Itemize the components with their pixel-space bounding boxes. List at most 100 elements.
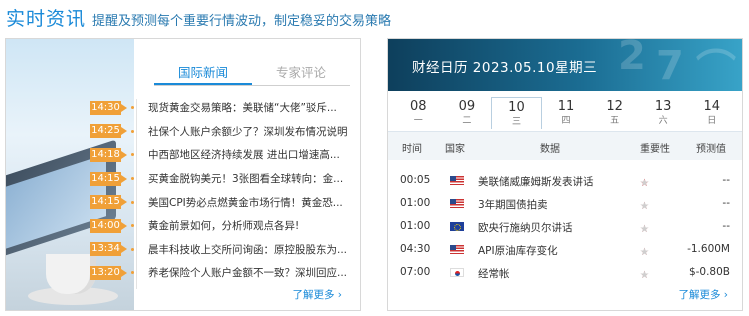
news-headline[interactable]: 中西部地区经济持续发展 进出口增速高...	[148, 147, 351, 162]
day-tab[interactable]: 12 五	[590, 99, 639, 129]
day-number: 12	[606, 99, 623, 114]
news-headline[interactable]: 美国CPI势必点燃黄金市场行情！黄金恐...	[148, 195, 351, 210]
news-item[interactable]: 14:15 买黄金脱钩美元！3张图看全球转向：金...	[90, 167, 360, 191]
timeline-dot	[131, 200, 134, 204]
news-item[interactable]: 14:18 中西部地区经济持续发展 进出口增速高...	[90, 143, 360, 167]
news-item[interactable]: 13:20 养老保险个人账户金额不一致？深圳回应...	[90, 261, 360, 285]
news-headline[interactable]: 养老保险个人账户金额不一致？深圳回应...	[148, 265, 351, 280]
event-time: 07:00	[400, 266, 431, 278]
event-forecast: -1.600M	[687, 243, 730, 255]
timeline-dot	[131, 129, 134, 133]
star-icon: ★	[640, 201, 649, 212]
day-number: 13	[654, 99, 672, 114]
calendar-row[interactable]: 00:05 美联储威廉姆斯发表讲话 ★ ★ ★ --	[388, 169, 742, 192]
calendar-row[interactable]: 07:00 经常帐 ★ ★ ★ $-0.80B	[388, 261, 742, 284]
timeline-dot	[131, 153, 134, 157]
banner-decoration: 2	[618, 39, 646, 79]
event-time: 01:00	[400, 197, 431, 209]
calendar-row[interactable]: 01:00 3年期国债拍卖 ★ ★ ★ --	[388, 192, 742, 215]
section-subtitle: 提醒及预测每个重要行情波动，制定稳妥的交易策略	[92, 14, 392, 29]
event-time: 00:05	[400, 174, 431, 186]
day-number: 08	[410, 99, 427, 114]
col-country: 国家	[445, 144, 465, 155]
day-selector: 08 一 09 二 10 三 11 四 12 五 13 六 14 日	[388, 97, 742, 129]
col-importance: 重要性	[640, 144, 670, 155]
event-name: 经常帐	[478, 268, 510, 280]
day-tab[interactable]: 10 三	[491, 97, 542, 129]
news-time-tag: 13:34	[90, 242, 127, 257]
news-item[interactable]: 14:00 黄金前景如何，分析师观点各异!	[90, 214, 360, 238]
news-item[interactable]: 13:34 晨丰科技收上交所问询函：原控股股东为...	[90, 238, 360, 262]
news-more-link[interactable]: 了解更多 ›	[292, 287, 342, 302]
calendar-more-link[interactable]: 了解更多 ›	[678, 287, 728, 302]
col-data: 数据	[540, 144, 560, 155]
section-header: 实时资讯 提醒及预测每个重要行情波动，制定稳妥的交易策略	[6, 4, 391, 30]
news-time-tag: 14:25	[90, 124, 127, 139]
news-time-tag: 13:20	[90, 265, 127, 280]
us-flag-icon	[450, 176, 464, 185]
news-headline[interactable]: 黄金前景如何，分析师观点各异!	[148, 218, 351, 233]
event-time: 01:00	[400, 220, 431, 232]
tab-international-news[interactable]: 国际新闻	[154, 63, 252, 85]
star-icon: ★	[640, 224, 649, 235]
calendar-row[interactable]: 04:30 API原油库存变化 ★ ★ ★ -1.600M	[388, 238, 742, 261]
us-flag-icon	[450, 199, 464, 208]
cup-graphic	[46, 254, 96, 294]
day-weekday: 三	[511, 117, 521, 127]
day-weekday: 一	[413, 116, 423, 126]
timeline-dot	[131, 271, 134, 275]
event-forecast: --	[722, 220, 730, 232]
news-item[interactable]: 14:30 现货黄金交易策略：美联储“大佬”驳斥...	[90, 96, 360, 120]
event-forecast: --	[722, 197, 730, 209]
news-time-tag: 14:30	[90, 100, 127, 115]
timeline-dot	[131, 247, 134, 251]
news-time-tag: 14:18	[90, 147, 127, 162]
col-time: 时间	[402, 144, 422, 155]
news-panel: 国际新闻 专家评论 14:30 现货黄金交易策略：美联储“大佬”驳斥... 14:2…	[5, 38, 361, 311]
day-weekday: 六	[658, 116, 668, 126]
event-forecast: $-0.80B	[688, 266, 730, 278]
calendar-banner: 2 7 ⌒ 财经日历 2023.05.10星期三	[388, 39, 742, 91]
news-item[interactable]: 14:25 社保个人账户余额少了？深圳发布情况说明	[90, 120, 360, 144]
news-list: 14:30 现货黄金交易策略：美联储“大佬”驳斥... 14:25 社保个人账户余额少…	[90, 96, 360, 285]
us-flag-icon	[450, 245, 464, 254]
day-tab[interactable]: 11 四	[542, 99, 591, 129]
day-weekday: 二	[462, 116, 472, 126]
day-weekday: 四	[561, 116, 571, 126]
day-number: 10	[508, 100, 525, 115]
star-icon: ★	[640, 270, 649, 281]
day-number: 11	[557, 99, 575, 114]
col-forecast: 预测值	[696, 144, 726, 155]
day-number: 14	[703, 99, 721, 114]
news-time-tag: 14:15	[90, 171, 127, 186]
event-forecast: --	[722, 174, 730, 186]
news-time-tag: 14:15	[90, 195, 127, 210]
news-headline[interactable]: 晨丰科技收上交所问询函：原控股股东为...	[148, 242, 351, 257]
news-time-tag: 14:00	[90, 218, 127, 233]
day-tab[interactable]: 13 六	[639, 99, 688, 129]
tab-expert-comments[interactable]: 专家评论	[252, 63, 350, 85]
news-headline[interactable]: 社保个人账户余额少了？深圳发布情况说明	[148, 124, 351, 139]
timeline-dot	[131, 106, 134, 110]
calendar-title: 财经日历 2023.05.10星期三	[412, 60, 598, 76]
event-name: 欧央行施纳贝尔讲话	[478, 222, 573, 234]
event-name: 3年期国债拍卖	[478, 199, 548, 211]
day-tab[interactable]: 09 二	[443, 99, 492, 129]
calendar-row[interactable]: 01:00 欧央行施纳贝尔讲话 ★ ★ ★ --	[388, 215, 742, 238]
calendar-panel: 2 7 ⌒ 财经日历 2023.05.10星期三 08 一 09 二 10 三 11 四 12 五…	[387, 38, 743, 311]
day-number: 09	[458, 99, 476, 114]
section-title: 实时资讯	[6, 8, 87, 30]
news-item[interactable]: 14:15 美国CPI势必点燃黄金市场行情！黄金恐...	[90, 190, 360, 214]
news-headline[interactable]: 买黄金脱钩美元！3张图看全球转向：金...	[148, 171, 351, 186]
eu-flag-icon	[450, 222, 464, 231]
news-headline[interactable]: 现货黄金交易策略：美联储“大佬”驳斥...	[148, 100, 351, 115]
kr-flag-icon	[450, 268, 464, 277]
banner-decoration: 7	[656, 43, 684, 89]
day-weekday: 五	[610, 116, 620, 126]
star-icon: ★	[640, 247, 649, 258]
event-name: API原油库存变化	[478, 245, 558, 257]
event-name: 美联储威廉姆斯发表讲话	[478, 176, 594, 188]
day-tab[interactable]: 14 日	[687, 99, 736, 129]
day-tab[interactable]: 08 一	[394, 99, 443, 129]
star-icon: ★	[640, 178, 649, 189]
